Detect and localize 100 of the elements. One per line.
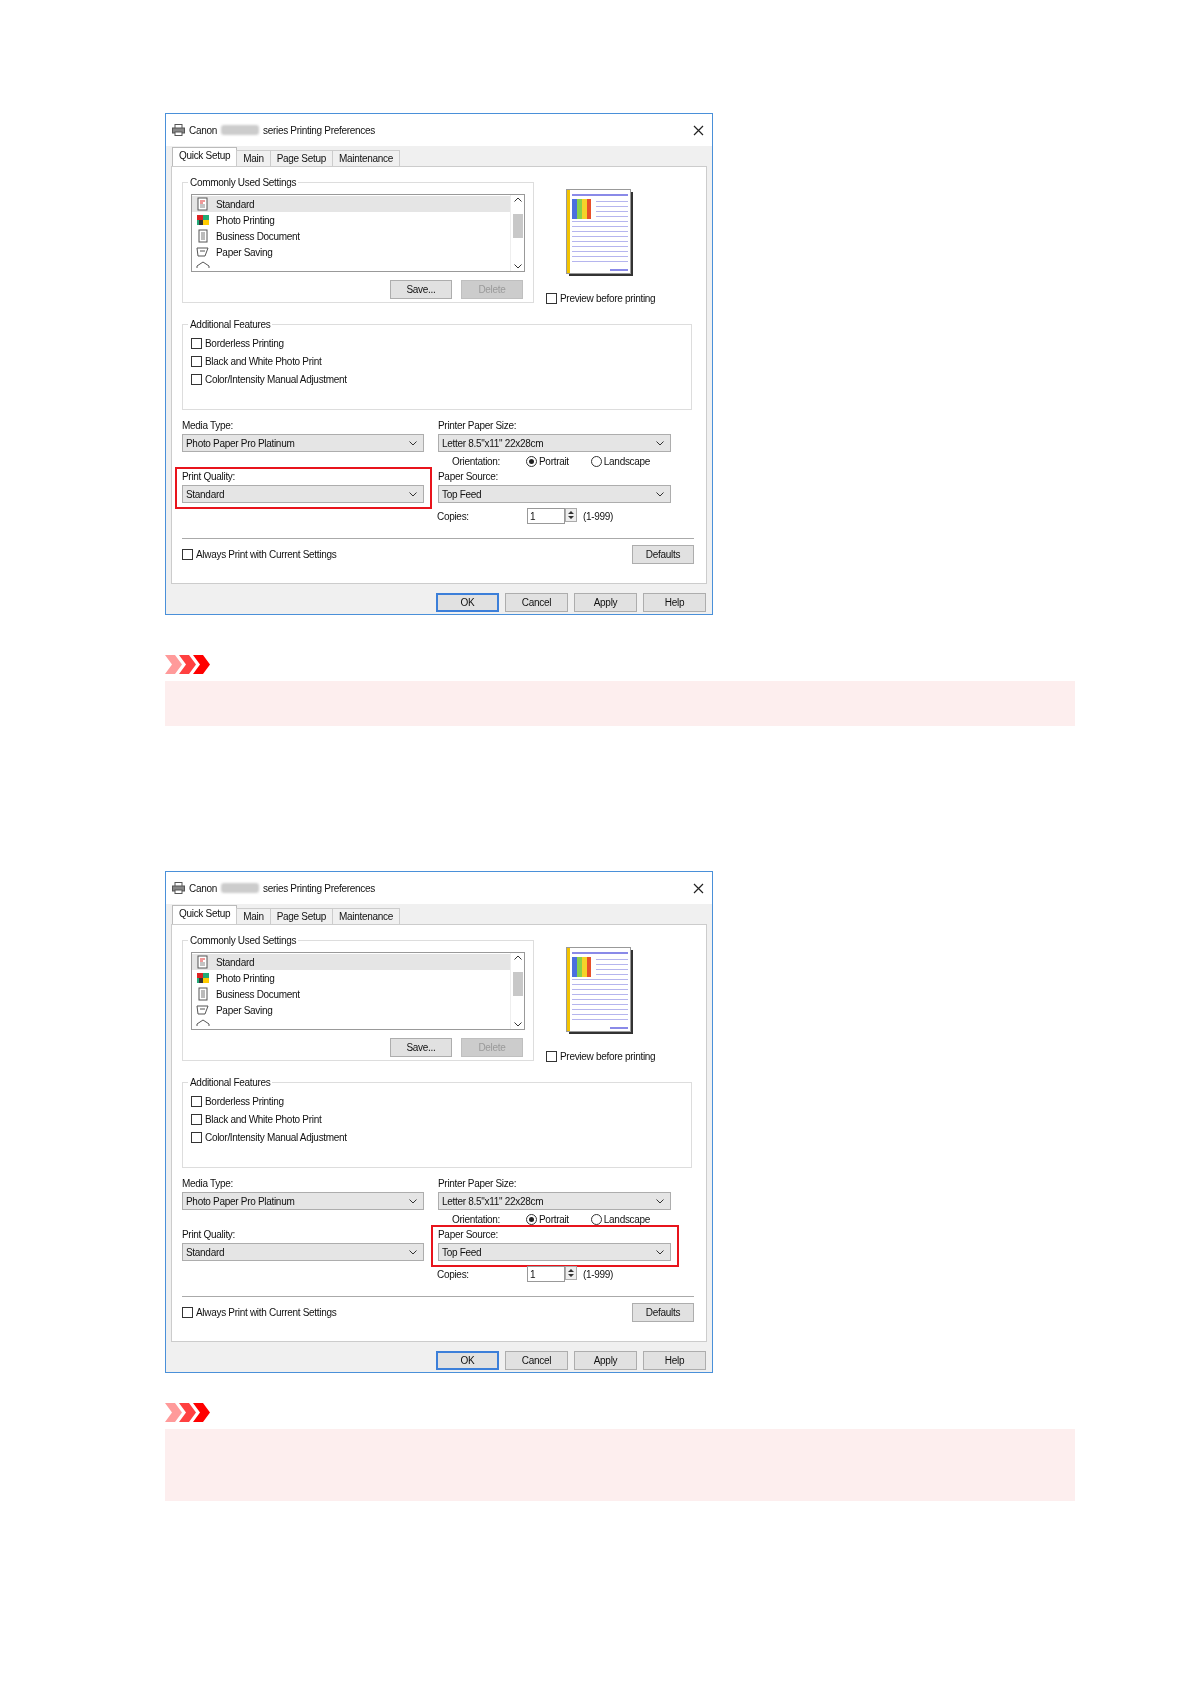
- tab[interactable]: Quick Setup: [172, 905, 238, 924]
- checkbox[interactable]: [546, 292, 557, 304]
- dropdown[interactable]: Letter 8.5"x11" 22x28cm: [438, 434, 671, 452]
- field-label: Media Type:: [182, 1178, 234, 1189]
- spin-arrows-icon[interactable]: [565, 1266, 577, 1280]
- radio-label: Landscape: [603, 456, 651, 467]
- list-item[interactable]: Standard: [192, 196, 510, 212]
- checkbox[interactable]: [546, 1050, 557, 1062]
- spin-arrows-icon[interactable]: [565, 508, 577, 522]
- defaults-button[interactable]: Defaults: [632, 1303, 694, 1322]
- radio-label: Landscape: [603, 1214, 651, 1225]
- list-item[interactable]: Business Document: [192, 986, 510, 1002]
- scrollbar[interactable]: [510, 195, 524, 271]
- radio-button[interactable]: [526, 1214, 537, 1225]
- chevron-up-icon[interactable]: [513, 197, 522, 202]
- checkbox-label: Preview before printing: [560, 1050, 656, 1062]
- chevron-down-icon: [656, 1249, 664, 1255]
- tab[interactable]: Maintenance: [331, 150, 400, 166]
- dropdown[interactable]: Photo Paper Pro Platinum: [182, 1192, 424, 1210]
- dropdown[interactable]: Top Feed: [438, 1243, 671, 1261]
- list-item[interactable]: Paper Saving: [192, 1002, 510, 1018]
- checkbox[interactable]: [191, 355, 202, 367]
- paper-icon: [196, 1003, 210, 1017]
- dialog-button[interactable]: Save...: [390, 280, 452, 299]
- tab[interactable]: Page Setup: [269, 150, 333, 166]
- field-label: Orientation:: [452, 456, 502, 467]
- dropdown[interactable]: Photo Paper Pro Platinum: [182, 434, 424, 452]
- tab[interactable]: Main: [236, 150, 271, 166]
- checkbox-label: Always Print with Current Settings: [196, 1307, 337, 1318]
- chevron-down-icon: [656, 491, 664, 497]
- checkbox[interactable]: [191, 337, 202, 349]
- dialog-button[interactable]: Help: [643, 1351, 706, 1370]
- dialog-button[interactable]: Apply: [574, 593, 637, 612]
- dialog-button[interactable]: Help: [643, 593, 706, 612]
- checkbox-label: Preview before printing: [560, 292, 656, 304]
- list-item[interactable]: Photo Printing: [192, 212, 510, 228]
- chevron-up-icon[interactable]: [513, 955, 522, 960]
- dialog-button[interactable]: Apply: [574, 1351, 637, 1370]
- radio-button[interactable]: [526, 456, 537, 467]
- checkbox[interactable]: [182, 549, 193, 560]
- chevron-down-icon: [409, 1198, 417, 1204]
- field-label: Copies:: [437, 510, 470, 522]
- window-title: series Printing Preferences: [262, 882, 375, 894]
- scrollbar-thumb[interactable]: [512, 214, 523, 238]
- chevron-down-icon[interactable]: [513, 1022, 522, 1027]
- dropdown[interactable]: Standard: [182, 1243, 424, 1261]
- checkbox-label: Color/Intensity Manual Adjustment: [205, 1131, 347, 1143]
- dialog-button[interactable]: Cancel: [505, 1351, 568, 1370]
- radio-label: Portrait: [539, 456, 569, 467]
- dialog-button[interactable]: OK: [436, 593, 499, 612]
- close-icon[interactable]: [693, 882, 704, 894]
- tab[interactable]: Maintenance: [331, 908, 400, 924]
- chevron-down-icon: [656, 440, 664, 446]
- defaults-button[interactable]: Defaults: [632, 545, 694, 564]
- window-title: Canon: [189, 882, 217, 894]
- radio-button[interactable]: [590, 1214, 602, 1225]
- copies-input-field[interactable]: 1: [527, 1266, 565, 1282]
- close-icon[interactable]: [693, 124, 704, 136]
- field-label: Printer Paper Size:: [438, 1178, 518, 1189]
- dialog-button[interactable]: Cancel: [505, 593, 568, 612]
- tab[interactable]: Main: [236, 908, 271, 924]
- printer-icon: [172, 882, 185, 894]
- checkbox-label: Borderless Printing: [205, 1095, 284, 1107]
- chevron-down-icon: [409, 1249, 417, 1255]
- checkbox[interactable]: [191, 373, 202, 385]
- field-label: Copies:: [437, 1268, 470, 1280]
- chevron-arrows-icon: [165, 1403, 211, 1422]
- photo-icon: [196, 971, 210, 985]
- settings-list[interactable]: Standard Photo Printing Business Document Paper Saving: [191, 194, 525, 272]
- scrollbar[interactable]: [510, 953, 524, 1029]
- copies-input-field[interactable]: 1: [527, 508, 565, 524]
- checkbox-label: Always Print with Current Settings: [196, 549, 337, 560]
- checkbox[interactable]: [191, 1095, 202, 1107]
- chevron-down-icon[interactable]: [513, 264, 522, 269]
- dropdown[interactable]: Letter 8.5"x11" 22x28cm: [438, 1192, 671, 1210]
- checkbox[interactable]: [182, 1307, 193, 1318]
- checkbox-label: Black and White Photo Print: [205, 1113, 322, 1125]
- tab[interactable]: Quick Setup: [172, 147, 238, 166]
- checkbox-label: Borderless Printing: [205, 337, 284, 349]
- tab[interactable]: Page Setup: [269, 908, 333, 924]
- chevron-down-icon: [409, 440, 417, 446]
- scrollbar-thumb[interactable]: [512, 972, 523, 996]
- window-title: Canon: [189, 124, 217, 136]
- dialog-button[interactable]: OK: [436, 1351, 499, 1370]
- settings-list[interactable]: Standard Photo Printing Business Document Paper Saving: [191, 952, 525, 1030]
- dropdown[interactable]: Top Feed: [438, 485, 671, 503]
- blurred-text-block: [220, 125, 259, 135]
- dialog-button[interactable]: Save...: [390, 1038, 452, 1057]
- list-item[interactable]: Paper Saving: [192, 244, 510, 260]
- list-item[interactable]: Photo Printing: [192, 970, 510, 986]
- field-label: Media Type:: [182, 420, 234, 431]
- checkbox[interactable]: [191, 1131, 202, 1143]
- field-label: Paper Source:: [438, 1229, 500, 1240]
- list-item[interactable]: Standard: [192, 954, 510, 970]
- radio-button[interactable]: [590, 456, 602, 467]
- dropdown[interactable]: Standard: [182, 485, 424, 503]
- window-title: series Printing Preferences: [262, 124, 375, 136]
- list-item[interactable]: Business Document: [192, 228, 510, 244]
- group-title: Commonly Used Settings: [189, 935, 298, 946]
- checkbox[interactable]: [191, 1113, 202, 1125]
